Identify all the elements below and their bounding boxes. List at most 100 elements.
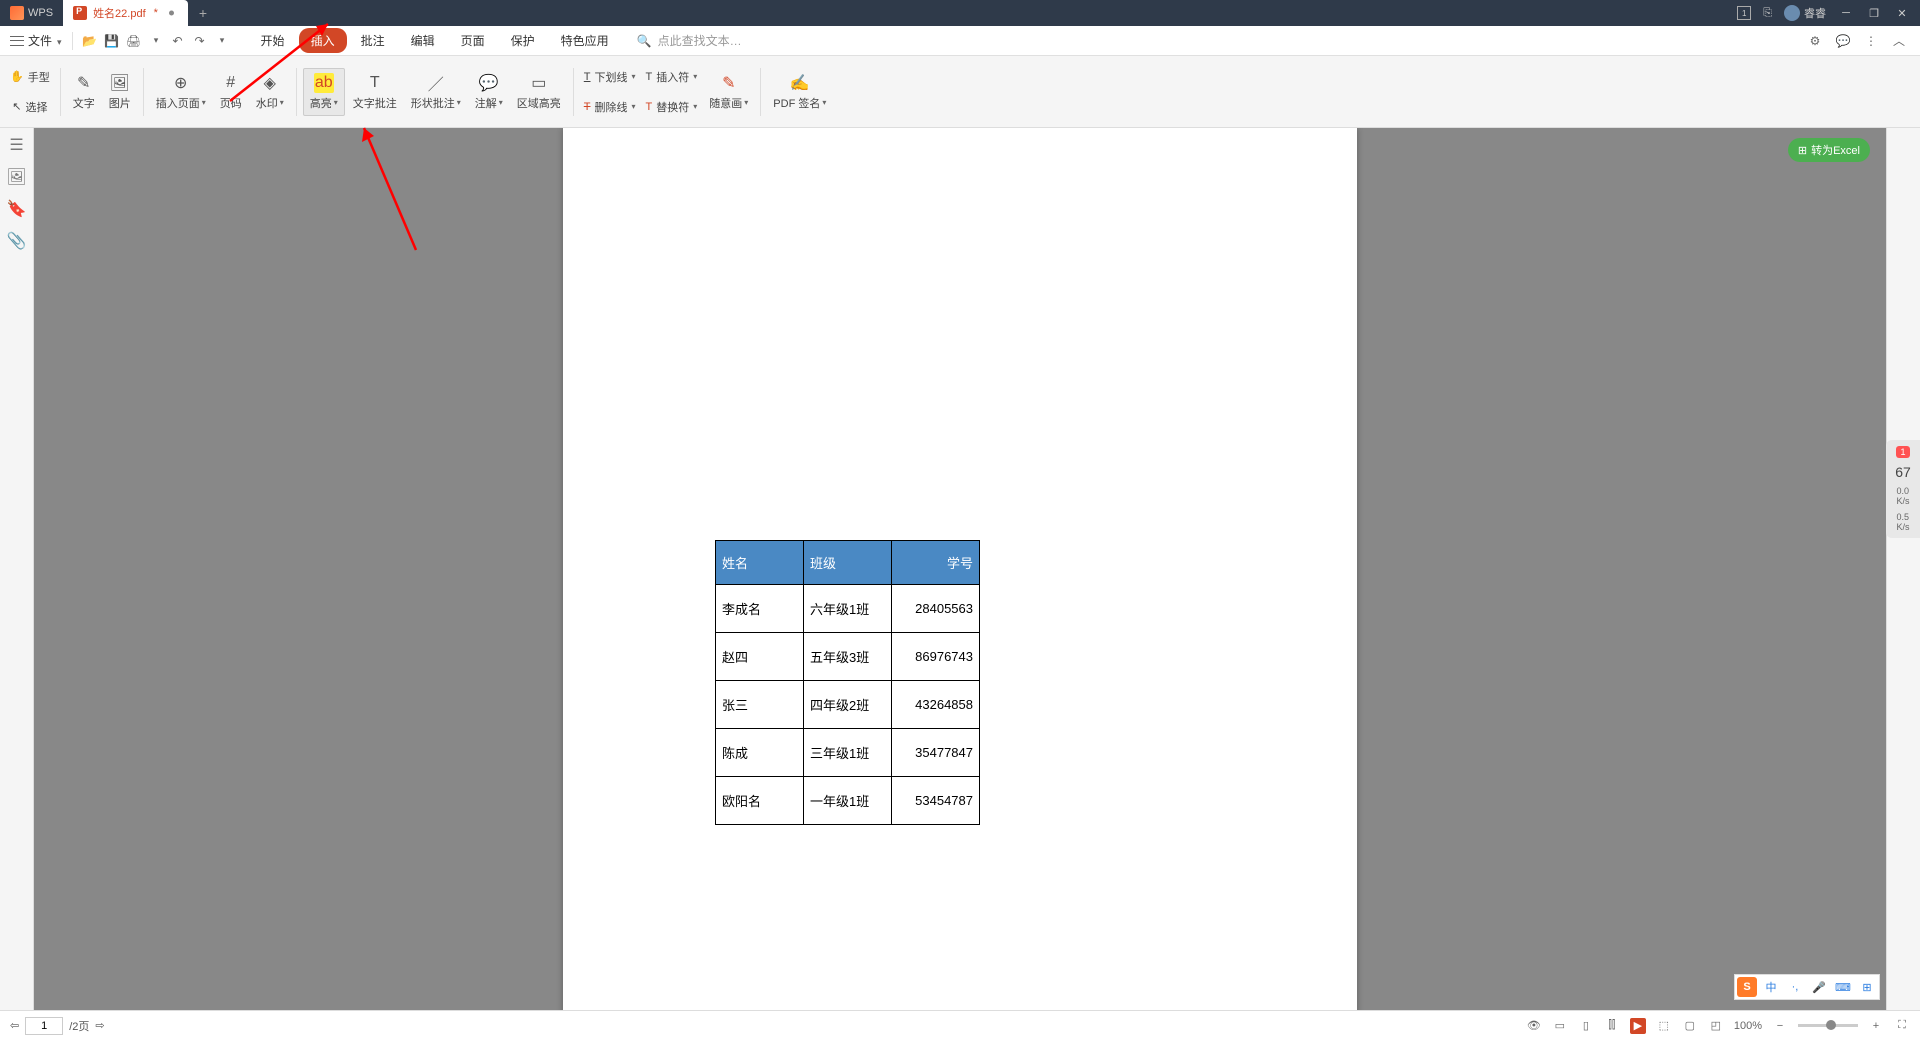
- sync-icon[interactable]: ⎘: [1763, 7, 1772, 20]
- undo-icon[interactable]: ↶: [169, 32, 187, 50]
- zoom-label: 100%: [1734, 1018, 1762, 1034]
- zoom-in-button[interactable]: +: [1868, 1018, 1884, 1034]
- annotate-button[interactable]: 💬注解▾: [469, 69, 509, 115]
- record-icon[interactable]: ▶: [1630, 1018, 1646, 1034]
- ime-punct[interactable]: ·,: [1785, 977, 1805, 997]
- pdf-icon: [73, 6, 87, 20]
- insert-page-button[interactable]: ⊕插入页面▾: [150, 69, 212, 115]
- col-class: 班级: [804, 541, 892, 585]
- ime-bar[interactable]: S 中 ·, 🎤 ⌨ ⊞: [1734, 974, 1880, 1000]
- tab-protect[interactable]: 保护: [499, 28, 547, 53]
- convert-to-excel-button[interactable]: ⊞ 转为Excel: [1788, 138, 1870, 162]
- page-input[interactable]: [25, 1017, 63, 1035]
- file-menu[interactable]: 文件: [0, 32, 72, 49]
- insert-page-icon: ⊕: [171, 73, 191, 93]
- tab-special[interactable]: 特色应用: [549, 28, 621, 53]
- tab-annotate[interactable]: 批注: [349, 28, 397, 53]
- ime-lang[interactable]: 中: [1761, 977, 1781, 997]
- watermark-button[interactable]: ◈水印▾: [250, 69, 290, 115]
- more-icon[interactable]: ⋮: [1862, 32, 1880, 50]
- speed-badge: 1: [1896, 446, 1909, 458]
- document-viewport[interactable]: 姓名 班级 学号 李成名六年级1班28405563赵四五年级3班86976743…: [34, 128, 1886, 1010]
- page-number-button[interactable]: #页码: [214, 69, 248, 115]
- thumbnail-icon[interactable]: 🖼: [8, 168, 26, 186]
- collapse-ribbon-icon[interactable]: ︿: [1890, 32, 1908, 50]
- speed-down: 0.0K/s: [1896, 486, 1909, 506]
- user-avatar[interactable]: 睿睿: [1784, 5, 1826, 21]
- search-box[interactable]: 🔍 点此查找文本…: [621, 32, 742, 49]
- actual-size-icon[interactable]: ◰: [1708, 1018, 1724, 1034]
- free-draw-icon: ✎: [719, 73, 739, 93]
- strikeout-button[interactable]: T删除线▾: [584, 93, 636, 121]
- zoom-slider[interactable]: [1798, 1024, 1858, 1027]
- shape-annotate-button[interactable]: ／形状批注▾: [405, 69, 467, 115]
- fullscreen-icon[interactable]: ⛶: [1894, 1018, 1910, 1034]
- open-icon[interactable]: 📂: [81, 32, 99, 50]
- text-icon: ✎: [74, 73, 94, 93]
- maximize-button[interactable]: ❐: [1866, 7, 1882, 19]
- tab-insert[interactable]: 插入: [299, 28, 347, 53]
- outline-icon[interactable]: ☰: [8, 136, 26, 154]
- col-id: 学号: [892, 541, 980, 585]
- document-tab[interactable]: 姓名22.pdf *: [63, 0, 188, 26]
- fit-width-icon[interactable]: ⬚: [1656, 1018, 1672, 1034]
- wps-logo-icon: [10, 6, 24, 20]
- annotate-icon: 💬: [479, 73, 499, 93]
- table-row: 欧阳名一年级1班53454787: [716, 777, 980, 825]
- tab-page[interactable]: 页面: [449, 28, 497, 53]
- print-icon[interactable]: 🖨: [125, 32, 143, 50]
- area-highlight-button[interactable]: ▭区域高亮: [511, 69, 567, 115]
- ime-keyboard[interactable]: ⌨: [1833, 977, 1853, 997]
- table-cell: 28405563: [892, 585, 980, 633]
- quick-tools: 📂 💾 🖨 ↶ ↷: [72, 32, 239, 50]
- table-cell: 86976743: [892, 633, 980, 681]
- ime-mic[interactable]: 🎤: [1809, 977, 1829, 997]
- new-tab-button[interactable]: +: [188, 5, 218, 21]
- bookmark-icon[interactable]: 🔖: [8, 200, 26, 218]
- free-draw-button[interactable]: ✎随意画▾: [703, 69, 754, 115]
- table-cell: 赵四: [716, 633, 804, 681]
- fit-page-icon[interactable]: ▢: [1682, 1018, 1698, 1034]
- select-tool[interactable]: ↖选择: [12, 93, 47, 121]
- pdf-sign-button[interactable]: ✍PDF 签名▾: [767, 69, 832, 115]
- highlight-button[interactable]: ab高亮▾: [303, 68, 345, 116]
- image-button[interactable]: 🖼图片: [103, 69, 137, 115]
- statusbar-right: 👁 ▭ ▯ ⫿⫿ ▶ ⬚ ▢ ◰ 100% − + ⛶: [1526, 1018, 1910, 1034]
- text-button[interactable]: ✎文字: [67, 69, 101, 115]
- text-annotate-button[interactable]: T文字批注: [347, 69, 403, 115]
- view-mode-1[interactable]: ▭: [1552, 1018, 1568, 1034]
- replace-symbol-button[interactable]: T替换符▾: [646, 93, 698, 121]
- settings-icon[interactable]: ⚙: [1806, 32, 1824, 50]
- tab-start[interactable]: 开始: [249, 28, 297, 53]
- speed-percent: 67: [1895, 464, 1911, 480]
- table-cell: 李成名: [716, 585, 804, 633]
- feedback-icon[interactable]: 💬: [1834, 32, 1852, 50]
- notif-box[interactable]: 1: [1737, 6, 1751, 20]
- redo-more[interactable]: [213, 32, 231, 50]
- zoom-out-button[interactable]: −: [1772, 1018, 1788, 1034]
- underline-button[interactable]: T下划线▾: [584, 63, 636, 91]
- table-cell: 四年级2班: [804, 681, 892, 729]
- view-mode-3[interactable]: ⫿⫿: [1604, 1018, 1620, 1034]
- ribbon: ✋手型 ↖选择 ✎文字 🖼图片 ⊕插入页面▾ #页码 ◈水印▾ ab高亮▾ T文…: [0, 56, 1920, 128]
- pdf-sign-icon: ✍: [790, 73, 810, 93]
- insert-symbol-button[interactable]: T插入符▾: [646, 63, 698, 91]
- close-button[interactable]: ✕: [1894, 7, 1910, 19]
- table-cell: 五年级3班: [804, 633, 892, 681]
- area-highlight-icon: ▭: [529, 73, 549, 93]
- redo-icon[interactable]: ↷: [191, 32, 209, 50]
- ime-grid[interactable]: ⊞: [1857, 977, 1877, 997]
- view-mode-2[interactable]: ▯: [1578, 1018, 1594, 1034]
- table-row: 赵四五年级3班86976743: [716, 633, 980, 681]
- attachment-icon[interactable]: 📎: [8, 232, 26, 250]
- save-icon[interactable]: 💾: [103, 32, 121, 50]
- minimize-button[interactable]: ─: [1838, 7, 1854, 19]
- page-number-icon: #: [221, 73, 241, 93]
- next-page-button[interactable]: ⇨: [95, 1019, 104, 1032]
- eye-icon[interactable]: 👁: [1526, 1018, 1542, 1034]
- tab-edit[interactable]: 编辑: [399, 28, 447, 53]
- hand-tool[interactable]: ✋手型: [10, 63, 50, 91]
- prev-page-button[interactable]: ⇦: [10, 1019, 19, 1032]
- print-more[interactable]: [147, 32, 165, 50]
- tab-dirty-dot: [169, 11, 174, 16]
